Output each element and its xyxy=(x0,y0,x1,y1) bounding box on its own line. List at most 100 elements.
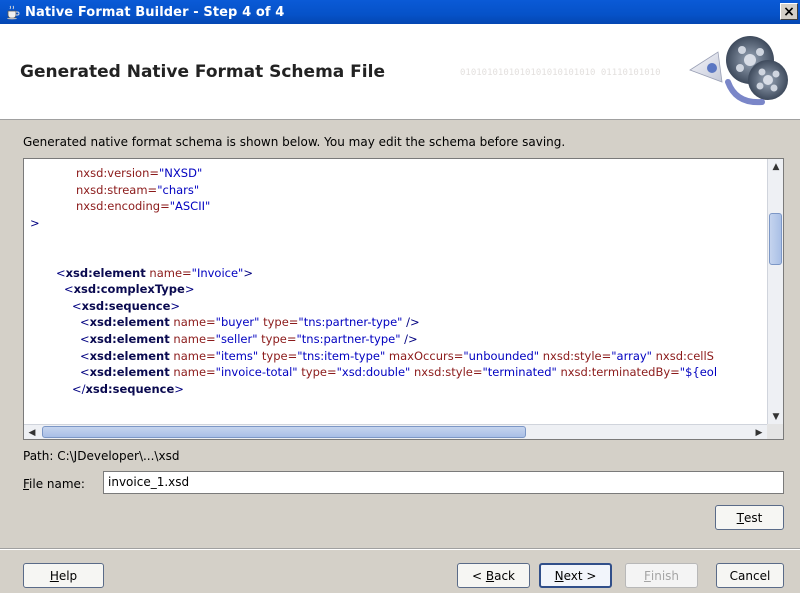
schema-token: "array" xyxy=(611,348,652,363)
schema-token: xsd:sequence xyxy=(85,381,175,396)
schema-token: "invoice-total" xyxy=(215,365,298,380)
schema-token: < xyxy=(80,315,90,330)
schema-token: /> xyxy=(402,315,420,330)
coffee-cup-icon xyxy=(4,3,22,21)
window-titlebar: Native Format Builder - Step 4 of 4 × xyxy=(0,0,800,24)
schema-token: xsd:element xyxy=(89,348,170,363)
file-name-label: File name: xyxy=(23,477,85,491)
schema-token: "unbounded" xyxy=(463,348,540,363)
schema-line: > xyxy=(30,215,40,231)
schema-token: name= xyxy=(169,365,216,380)
path-label: Path: C:\JDeveloper\...\xsd xyxy=(23,449,180,463)
help-mnemonic: H xyxy=(49,568,59,583)
schema-line: <xsd:element name="Invoice"> xyxy=(56,265,253,281)
schema-token: xsd:sequence xyxy=(81,298,171,313)
schema-token: "terminated" xyxy=(482,365,557,380)
schema-token: </ xyxy=(72,381,86,396)
schema-line: <xsd:element name="invoice-total" type="… xyxy=(80,364,717,380)
schema-token: < xyxy=(72,298,82,313)
help-button[interactable]: Help xyxy=(23,563,104,588)
schema-token: name= xyxy=(145,265,192,280)
schema-editor[interactable]: nxsd:version="NXSD" nxsd:stream="chars" nx… xyxy=(23,158,784,440)
schema-token: < xyxy=(80,332,90,346)
schema-token: nxsd:terminatedBy= xyxy=(556,365,680,380)
schema-token: "NXSD" xyxy=(159,166,203,180)
schema-line: nxsd:version="NXSD" xyxy=(76,165,202,181)
test-button[interactable]: Test xyxy=(715,505,784,530)
schema-token: type= xyxy=(259,315,299,330)
test-label: est xyxy=(744,510,763,525)
schema-token: > xyxy=(30,215,40,230)
page-title: Generated Native Format Schema File xyxy=(20,62,385,82)
back-button[interactable]: < Back xyxy=(457,563,530,588)
file-name-label-rest: ile name: xyxy=(29,477,85,491)
schema-token: > xyxy=(243,265,253,280)
schema-token: xsd:element xyxy=(65,265,146,280)
scrollbar-corner xyxy=(767,424,783,439)
schema-line: <xsd:element name="seller" type="tns:par… xyxy=(80,331,418,347)
finish-button: Finish xyxy=(625,563,698,588)
instruction-text: Generated native format schema is shown … xyxy=(23,135,566,149)
schema-token: xsd:element xyxy=(89,365,170,380)
schema-token: < xyxy=(80,348,90,363)
schema-line: </xsd:sequence> xyxy=(72,381,184,397)
schema-token: xsd:complexType xyxy=(73,282,185,297)
schema-token: maxOccurs= xyxy=(385,348,464,363)
finish-mnemonic: F xyxy=(643,568,651,583)
binary-decoration: 0101010101010101010101010 01110101010 xyxy=(460,68,661,78)
schema-token: type= xyxy=(297,365,337,380)
finish-label: inish xyxy=(650,568,680,583)
scroll-down-arrow-icon[interactable]: ▼ xyxy=(768,409,784,425)
schema-token: < xyxy=(64,282,74,297)
schema-token: "tns:item-type" xyxy=(297,348,386,363)
schema-line: <xsd:element name="buyer" type="tns:part… xyxy=(80,314,420,330)
schema-token: nxsd:stream= xyxy=(76,182,158,197)
schema-token: /> xyxy=(400,332,418,346)
schema-token: "chars" xyxy=(157,182,200,197)
vertical-scrollbar[interactable]: ▲ ▼ xyxy=(767,159,783,425)
cancel-button[interactable]: Cancel xyxy=(716,563,784,588)
test-mnemonic: T xyxy=(736,510,744,525)
vertical-scroll-thumb[interactable] xyxy=(769,213,782,265)
schema-token: nxsd:cellS xyxy=(651,348,714,363)
schema-token: "tns:partner-type" xyxy=(298,315,403,330)
schema-token: nxsd:style= xyxy=(410,365,483,380)
schema-line: nxsd:encoding="ASCII" xyxy=(76,198,210,214)
schema-token: nxsd:style= xyxy=(539,348,612,363)
schema-token: > xyxy=(184,282,195,297)
schema-line: <xsd:element name="items" type="tns:item… xyxy=(80,348,714,364)
schema-line: <xsd:complexType> xyxy=(64,281,194,297)
back-prefix: < xyxy=(471,568,486,583)
schema-token: nxsd:version= xyxy=(76,166,160,180)
scroll-left-arrow-icon[interactable]: ◀ xyxy=(24,425,40,440)
scroll-up-arrow-icon[interactable]: ▲ xyxy=(768,159,784,175)
schema-token: type= xyxy=(258,348,298,363)
file-name-field[interactable]: invoice_1.xsd xyxy=(103,471,784,494)
back-label: ack xyxy=(494,568,515,583)
schema-token: "buyer" xyxy=(215,315,260,330)
schema-token: xsd:element xyxy=(89,315,170,330)
schema-token: < xyxy=(80,365,90,380)
schema-token: > xyxy=(174,381,184,396)
schema-line: <xsd:sequence> xyxy=(72,298,180,314)
next-button[interactable]: Next > xyxy=(539,563,612,588)
help-label: elp xyxy=(58,568,78,583)
schema-token: "xsd:double" xyxy=(336,365,411,380)
next-mnemonic: N xyxy=(554,568,564,583)
schema-token: "${eol xyxy=(679,365,718,380)
schema-token: nxsd:encoding= xyxy=(76,199,170,214)
schema-token: "Invoice" xyxy=(191,265,244,280)
scroll-right-arrow-icon[interactable]: ▶ xyxy=(751,425,767,440)
schema-token: type= xyxy=(257,332,297,346)
horizontal-scrollbar[interactable]: ◀ ▶ xyxy=(24,424,767,439)
schema-token: > xyxy=(170,298,181,313)
close-button[interactable]: × xyxy=(780,3,798,20)
horizontal-scroll-thumb[interactable] xyxy=(42,426,526,438)
schema-text-area[interactable]: nxsd:version="NXSD" nxsd:stream="chars" nx… xyxy=(24,159,767,425)
wizard-header: Generated Native Format Schema File 0101… xyxy=(0,24,800,120)
schema-token: "ASCII" xyxy=(169,199,211,214)
back-mnemonic: B xyxy=(485,568,495,583)
schema-token: "tns:partner-type" xyxy=(296,332,401,346)
next-label: ext > xyxy=(563,568,597,583)
schema-token: name= xyxy=(169,315,216,330)
